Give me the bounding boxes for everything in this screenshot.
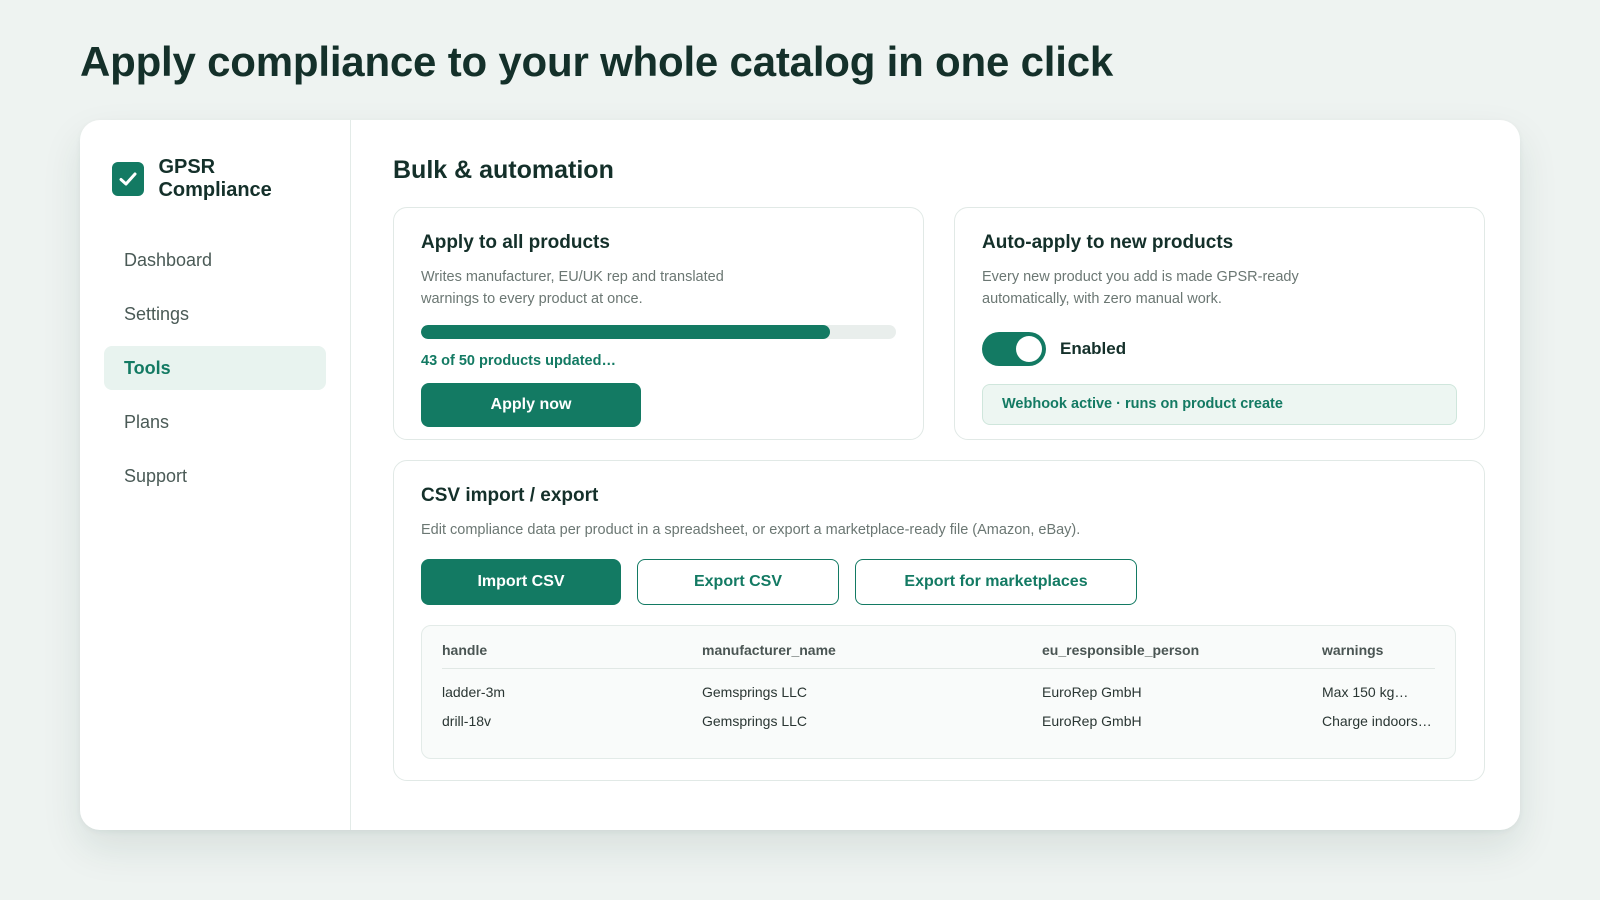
table-cell: Max 150 kg… bbox=[1322, 684, 1409, 700]
section-title: Bulk & automation bbox=[393, 156, 614, 184]
sidebar-item-dashboard[interactable]: Dashboard bbox=[104, 238, 326, 282]
sidebar-nav: Dashboard Settings Tools Plans Support bbox=[104, 238, 326, 498]
import-csv-button[interactable]: Import CSV bbox=[421, 559, 621, 605]
page-headline: Apply compliance to your whole catalog i… bbox=[80, 38, 1114, 85]
brand: GPSR Compliance bbox=[112, 156, 326, 202]
table-cell: ladder-3m bbox=[442, 684, 506, 700]
export-marketplaces-button[interactable]: Export for marketplaces bbox=[855, 559, 1137, 605]
csv-preview-table: handle manufacturer_name eu_responsible_… bbox=[421, 625, 1456, 759]
export-csv-button[interactable]: Export CSV bbox=[637, 559, 839, 605]
webhook-status-badge: Webhook active · runs on product create bbox=[982, 384, 1457, 425]
auto-apply-title: Auto-apply to new products bbox=[982, 232, 1234, 253]
sidebar-item-plans[interactable]: Plans bbox=[104, 400, 326, 444]
brand-name: GPSR Compliance bbox=[158, 156, 272, 201]
table-cell: Gemsprings LLC bbox=[702, 684, 808, 700]
table-row: ladder-3m Gemsprings LLC EuroRep GmbH Ma… bbox=[442, 669, 1435, 700]
apply-all-title: Apply to all products bbox=[421, 232, 610, 253]
sidebar-item-settings[interactable]: Settings bbox=[104, 292, 326, 336]
table-cell: EuroRep GmbH bbox=[1042, 713, 1142, 729]
auto-apply-description: Every new product you add is made GPSR-r… bbox=[982, 269, 1299, 307]
table-cell: EuroRep GmbH bbox=[1042, 684, 1142, 700]
progress-bar-fill bbox=[421, 325, 830, 339]
sidebar-item-tools[interactable]: Tools bbox=[104, 346, 326, 390]
auto-apply-toggle[interactable] bbox=[982, 332, 1046, 366]
sidebar-item-support[interactable]: Support bbox=[104, 454, 326, 498]
progress-bar bbox=[421, 325, 896, 339]
toggle-knob bbox=[1016, 336, 1042, 362]
sidebar: GPSR Compliance Dashboard Settings Tools… bbox=[80, 120, 351, 830]
csv-description: Edit compliance data per product in a sp… bbox=[421, 522, 1081, 538]
table-row: drill-18v Gemsprings LLC EuroRep GmbH Ch… bbox=[442, 700, 1435, 729]
csv-card: CSV import / export Edit compliance data… bbox=[393, 460, 1485, 781]
apply-now-button[interactable]: Apply now bbox=[421, 383, 641, 427]
check-icon bbox=[112, 162, 145, 196]
auto-apply-card: Auto-apply to new products Every new pro… bbox=[954, 207, 1485, 440]
toggle-label: Enabled bbox=[1060, 339, 1127, 358]
table-cell: drill-18v bbox=[442, 713, 492, 729]
table-cell: Charge indoors… bbox=[1322, 713, 1432, 729]
column-header: handle bbox=[442, 640, 702, 669]
column-header: warnings bbox=[1322, 640, 1435, 669]
app-window: GPSR Compliance Dashboard Settings Tools… bbox=[80, 120, 1520, 830]
progress-status: 43 of 50 products updated… bbox=[421, 353, 616, 369]
column-header: manufacturer_name bbox=[702, 640, 1042, 669]
main-content: Bulk & automation Apply to all products … bbox=[351, 120, 1520, 830]
apply-all-card: Apply to all products Writes manufacture… bbox=[393, 207, 924, 440]
column-header: eu_responsible_person bbox=[1042, 640, 1322, 669]
apply-all-description: Writes manufacturer, EU/UK rep and trans… bbox=[421, 269, 724, 307]
csv-title: CSV import / export bbox=[421, 485, 599, 506]
table-cell: Gemsprings LLC bbox=[702, 713, 808, 729]
